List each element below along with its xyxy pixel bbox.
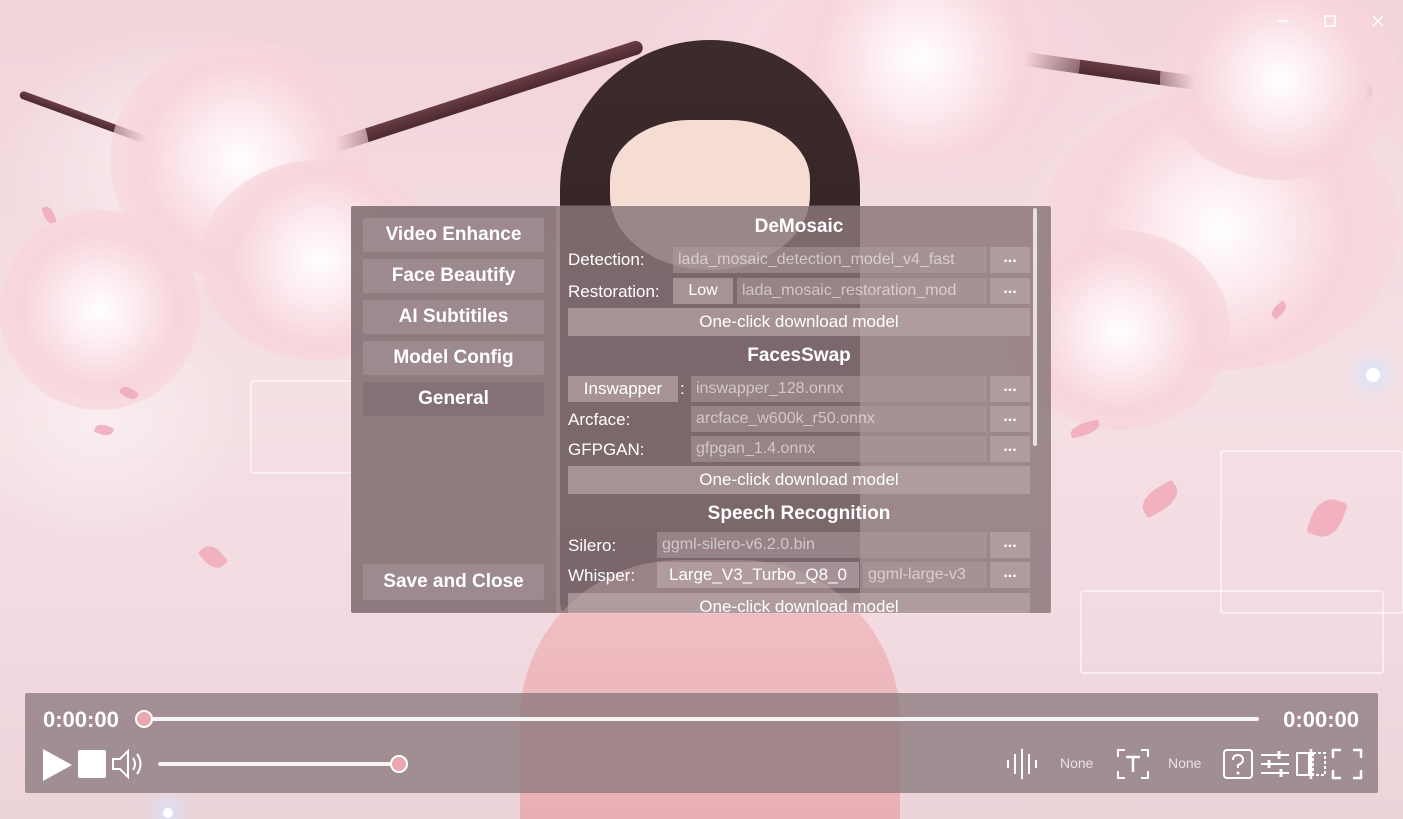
- demosaic-title: DeMosaic: [754, 216, 844, 237]
- volume-handle[interactable]: [390, 755, 408, 773]
- help-icon[interactable]: [1222, 748, 1254, 785]
- silero-label: Silero:: [568, 536, 617, 555]
- total-time: 0:00:00: [1283, 707, 1359, 732]
- inswapper-browse-button[interactable]: ...: [990, 376, 1030, 402]
- settings-dialog: Video Enhance Face Beautify AI Subtitile…: [351, 206, 1051, 613]
- restoration-browse-button[interactable]: ...: [990, 278, 1030, 304]
- nav-general[interactable]: General: [363, 382, 544, 416]
- speech-recognition-title: Speech Recognition: [707, 503, 891, 524]
- maximize-icon[interactable]: [1316, 10, 1344, 38]
- restoration-model-field[interactable]: lada_mosaic_restoration_mod: [737, 278, 987, 304]
- fullscreen-icon[interactable]: [1331, 748, 1363, 785]
- minimize-icon[interactable]: [1269, 10, 1297, 38]
- whisper-model-size-button[interactable]: Large_V3_Turbo_Q8_0: [657, 562, 859, 588]
- stop-icon[interactable]: [77, 749, 107, 784]
- nav-face-beautify[interactable]: Face Beautify: [363, 259, 544, 293]
- seek-handle[interactable]: [135, 710, 153, 728]
- subtitle-icon[interactable]: [1116, 748, 1150, 785]
- detection-model-field[interactable]: lada_mosaic_detection_model_v4_fast: [673, 247, 987, 273]
- nav-model-config[interactable]: Model Config: [363, 341, 544, 375]
- arcface-label: Arcface:: [568, 410, 631, 429]
- compare-icon[interactable]: [1295, 748, 1327, 785]
- inswapper-colon: :: [680, 379, 685, 398]
- faceswap-download-button[interactable]: One-click download model: [568, 466, 1030, 494]
- speech-download-button[interactable]: One-click download model: [568, 593, 1030, 613]
- faceswap-title: FacesSwap: [747, 345, 851, 366]
- save-and-close-button[interactable]: Save and Close: [363, 564, 544, 600]
- subtitle-track-label: None: [1168, 755, 1202, 771]
- whisper-model-field[interactable]: ggml-large-v3: [863, 562, 987, 588]
- restoration-label: Restoration:: [568, 282, 660, 301]
- play-icon[interactable]: [41, 748, 73, 787]
- nav-ai-subtitles[interactable]: AI Subtitiles: [363, 300, 544, 334]
- demosaic-download-button[interactable]: One-click download model: [568, 308, 1030, 336]
- arcface-browse-button[interactable]: ...: [990, 406, 1030, 432]
- gfpgan-browse-button[interactable]: ...: [990, 436, 1030, 462]
- audio-track-label: None: [1060, 755, 1094, 771]
- gfpgan-model-field[interactable]: gfpgan_1.4.onnx: [691, 436, 987, 462]
- current-time: 0:00:00: [43, 707, 119, 732]
- seek-bar[interactable]: [143, 717, 1259, 721]
- whisper-label: Whisper:: [568, 566, 636, 585]
- gfpgan-label: GFPGAN:: [568, 440, 645, 459]
- model-config-panel: DeMosaic Detection: lada_mosaic_detectio…: [556, 206, 1051, 613]
- arcface-model-field[interactable]: arcface_w600k_r50.onnx: [691, 406, 987, 432]
- silero-browse-button[interactable]: ...: [990, 532, 1030, 558]
- restoration-quality-button[interactable]: Low: [673, 278, 733, 304]
- detection-browse-button[interactable]: ...: [990, 247, 1030, 273]
- close-icon[interactable]: [1364, 10, 1392, 38]
- volume-slider[interactable]: [158, 762, 398, 766]
- audio-wave-icon[interactable]: [1005, 748, 1041, 785]
- settings-sliders-icon[interactable]: [1259, 748, 1291, 785]
- inswapper-model-field[interactable]: inswapper_128.onnx: [691, 376, 987, 402]
- detection-label: Detection:: [568, 250, 645, 269]
- silero-model-field[interactable]: ggml-silero-v6.2.0.bin: [657, 532, 987, 558]
- whisper-browse-button[interactable]: ...: [990, 562, 1030, 588]
- inswapper-button[interactable]: Inswapper: [568, 376, 678, 402]
- settings-sidebar: Video Enhance Face Beautify AI Subtitile…: [351, 206, 556, 613]
- player-controls: 0:00:00 0:00:00 None None: [25, 693, 1378, 793]
- settings-scrollbar[interactable]: [1033, 208, 1037, 446]
- volume-icon[interactable]: [111, 748, 147, 785]
- nav-video-enhance[interactable]: Video Enhance: [363, 218, 544, 252]
